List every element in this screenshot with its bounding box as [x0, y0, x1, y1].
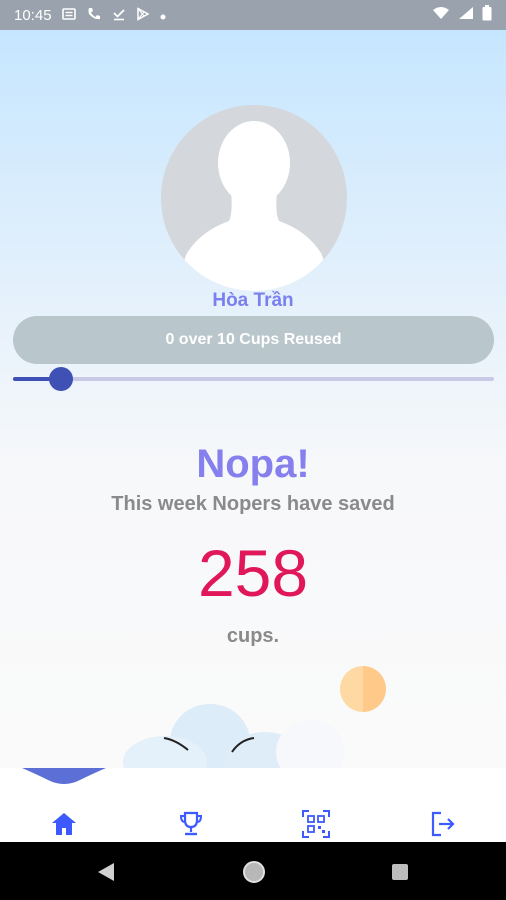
- message-icon: [61, 7, 76, 24]
- cups-unit-label: cups.: [226, 625, 280, 647]
- system-back-button[interactable]: [92, 858, 120, 886]
- brand-title: Nopa!: [196, 442, 310, 486]
- avatar[interactable]: [161, 105, 347, 291]
- status-time: 10:45: [14, 6, 52, 24]
- cups-progress-text: 0 over 10 Cups Reused: [165, 331, 342, 348]
- download-done-icon: [112, 7, 126, 24]
- nav-logout-button[interactable]: [427, 808, 459, 840]
- phone-icon: [86, 6, 102, 25]
- active-tab-indicator: [22, 768, 106, 784]
- logout-icon: [431, 811, 455, 837]
- user-name: Hòa Trần: [212, 290, 294, 311]
- cups-progress-label: 0 over 10 Cups Reused: [13, 316, 494, 364]
- slider-thumb[interactable]: [49, 367, 74, 391]
- back-triangle-icon: [98, 863, 114, 881]
- clouds-illustration: [123, 704, 344, 768]
- signal-icon: [458, 6, 474, 24]
- cups-progress-slider[interactable]: [13, 367, 494, 391]
- system-home-button[interactable]: [240, 858, 268, 886]
- play-store-icon: [136, 6, 150, 24]
- wifi-icon: [432, 6, 450, 24]
- cups-saved-count: 258: [197, 536, 309, 610]
- nav-scan-qr-button[interactable]: [300, 808, 332, 840]
- nav-leaderboard-button[interactable]: [175, 808, 207, 840]
- home-circle-icon: [243, 861, 265, 883]
- nav-home-button[interactable]: [48, 808, 80, 840]
- home-screen: Hòa Trần 0 over 10 Cups Reused Nopa! Thi…: [0, 30, 506, 768]
- dot-icon: [160, 8, 166, 23]
- stats-subtitle: This week Nopers have saved: [111, 493, 395, 515]
- person-silhouette-icon: [182, 121, 326, 291]
- bottom-navigation: [0, 768, 506, 842]
- qr-code-icon: [302, 810, 330, 838]
- system-navigation-bar: [0, 842, 506, 900]
- status-bar: 10:45: [0, 0, 506, 30]
- trophy-icon: [179, 811, 203, 836]
- system-recents-button[interactable]: [386, 858, 414, 886]
- home-icon: [52, 813, 76, 835]
- battery-icon: [482, 5, 492, 25]
- recents-square-icon: [392, 864, 408, 880]
